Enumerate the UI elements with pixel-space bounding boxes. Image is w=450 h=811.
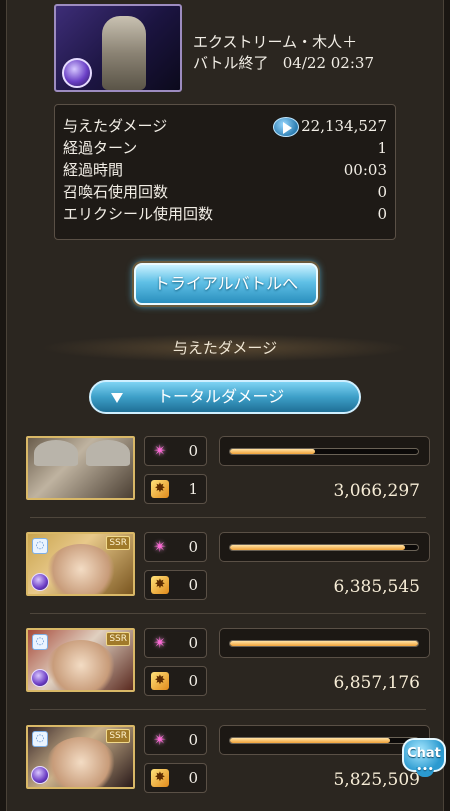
damage-bar-fill	[230, 641, 418, 646]
stat-value: 1	[377, 139, 387, 157]
stat-value: 0	[377, 183, 387, 201]
damage-value: 3,066,297	[333, 481, 420, 501]
orb-icon	[31, 573, 49, 591]
ougi-count: 1	[188, 480, 198, 498]
character-portrait[interactable]: ◌ SSR	[26, 532, 135, 596]
character-row: ◌ SSR ✴ 0 ✸ 0 6,385,545	[22, 532, 430, 616]
trial-battle-button[interactable]: トライアルバトルへ	[134, 263, 318, 305]
ability-count: 0	[188, 538, 198, 556]
ssr-badge: SSR	[106, 536, 130, 550]
sparkle-icon: ✴	[153, 537, 167, 556]
ability-count: 0	[188, 634, 198, 652]
stat-value: 22,134,527	[301, 117, 387, 135]
stat-value: 0	[377, 205, 387, 223]
ability-count: 0	[188, 731, 198, 749]
damage-bar	[219, 628, 430, 658]
ability-count-chip: ✴ 0	[144, 532, 207, 562]
burst-icon: ✸	[151, 576, 169, 594]
element-orb-icon	[62, 58, 92, 88]
damage-bar-fill	[230, 545, 405, 550]
burst-icon: ✸	[151, 672, 169, 690]
ougi-count-chip: ✸ 1	[144, 474, 207, 504]
ring-icon: ◌	[32, 634, 48, 650]
ougi-count-chip: ✸ 0	[144, 763, 207, 793]
character-portrait[interactable]: ◌ SSR	[26, 628, 135, 692]
quest-name: エクストリーム・木人＋	[193, 33, 358, 51]
ougi-count-chip: ✸ 0	[144, 666, 207, 696]
character-row: ◌ SSR ✴ 0 ✸ 0 6,857,176	[22, 628, 430, 712]
stat-value: 00:03	[343, 161, 387, 179]
ring-icon: ◌	[32, 538, 48, 554]
battle-end-label: バトル終了	[193, 54, 269, 72]
ssr-badge: SSR	[106, 632, 130, 646]
orb-icon	[31, 669, 49, 687]
damage-bar-fill	[230, 738, 390, 743]
ability-count-chip: ✴ 0	[144, 628, 207, 658]
damage-bar-track	[229, 640, 419, 647]
stat-label: 経過ターン	[63, 139, 138, 157]
damage-value: 6,385,545	[333, 577, 420, 597]
stat-label: エリクシール使用回数	[63, 205, 214, 223]
character-face	[46, 544, 116, 594]
damage-value: 5,825,509	[333, 770, 420, 790]
ring-icon: ◌	[32, 731, 48, 747]
row-divider	[30, 709, 426, 710]
ability-count-chip: ✴ 0	[144, 725, 207, 755]
stat-label: 召喚石使用回数	[63, 183, 169, 201]
character-portrait[interactable]: ◌ SSR	[26, 725, 135, 789]
row-divider	[30, 517, 426, 518]
damage-bar	[219, 532, 430, 562]
sparkle-icon: ✴	[153, 441, 167, 460]
ougi-count: 0	[188, 769, 198, 787]
damage-bar-fill	[230, 449, 315, 454]
damage-type-dropdown[interactable]: トータルダメージ	[89, 380, 361, 414]
ssr-badge: SSR	[106, 729, 130, 743]
section-title: 与えたダメージ	[172, 339, 278, 357]
row-divider	[30, 613, 426, 614]
chat-label: Chat	[407, 746, 441, 761]
damage-bar	[219, 436, 430, 466]
damage-value: 6,857,176	[333, 673, 420, 693]
battle-datetime: 04/22 02:37	[282, 54, 374, 72]
sparkle-icon: ✴	[153, 633, 167, 652]
stat-row: 召喚石使用回数 0	[63, 181, 387, 203]
battle-status: バトル終了 04/22 02:37	[193, 53, 374, 73]
chat-button[interactable]: Chat •••	[402, 738, 446, 777]
character-face	[46, 640, 116, 690]
character-face	[46, 737, 116, 787]
stat-label: 与えたダメージ	[63, 117, 168, 135]
damage-bar-track	[229, 448, 419, 455]
dropdown-label: トータルダメージ	[157, 387, 285, 406]
orb-icon	[31, 766, 49, 784]
wolf-hood-icon	[34, 440, 78, 466]
wolf-hood-icon	[86, 440, 130, 466]
character-row: ✴ 0 ✸ 1 3,066,297	[22, 436, 430, 520]
character-portrait[interactable]	[26, 436, 135, 500]
damage-bar	[219, 725, 430, 755]
ougi-count: 0	[188, 576, 198, 594]
dummy-figure	[102, 16, 146, 90]
stat-label: 経過時間	[63, 161, 124, 179]
stat-row: 与えたダメージ 22,134,527	[63, 115, 387, 137]
stat-row: 経過ターン 1	[63, 137, 387, 159]
play-icon[interactable]	[273, 117, 299, 137]
ability-count-chip: ✴ 0	[144, 436, 207, 466]
triangle-down-icon	[111, 393, 123, 403]
stat-row: 経過時間 00:03	[63, 159, 387, 181]
quest-banner-icon	[54, 4, 182, 92]
ougi-count: 0	[188, 672, 198, 690]
burst-icon: ✸	[151, 769, 169, 787]
stat-row: エリクシール使用回数 0	[63, 203, 387, 225]
damage-bar-track	[229, 544, 419, 551]
stats-box: 与えたダメージ 22,134,527 経過ターン 1 経過時間 00:03 召喚石使用回数 0…	[54, 104, 396, 240]
ability-count: 0	[188, 442, 198, 460]
damage-bar-track	[229, 737, 419, 744]
burst-icon: ✸	[151, 480, 169, 498]
ougi-count-chip: ✸ 0	[144, 570, 207, 600]
sparkle-icon: ✴	[153, 730, 167, 749]
character-row: ◌ SSR ✴ 0 ✸ 0 5,825,509	[22, 725, 430, 809]
